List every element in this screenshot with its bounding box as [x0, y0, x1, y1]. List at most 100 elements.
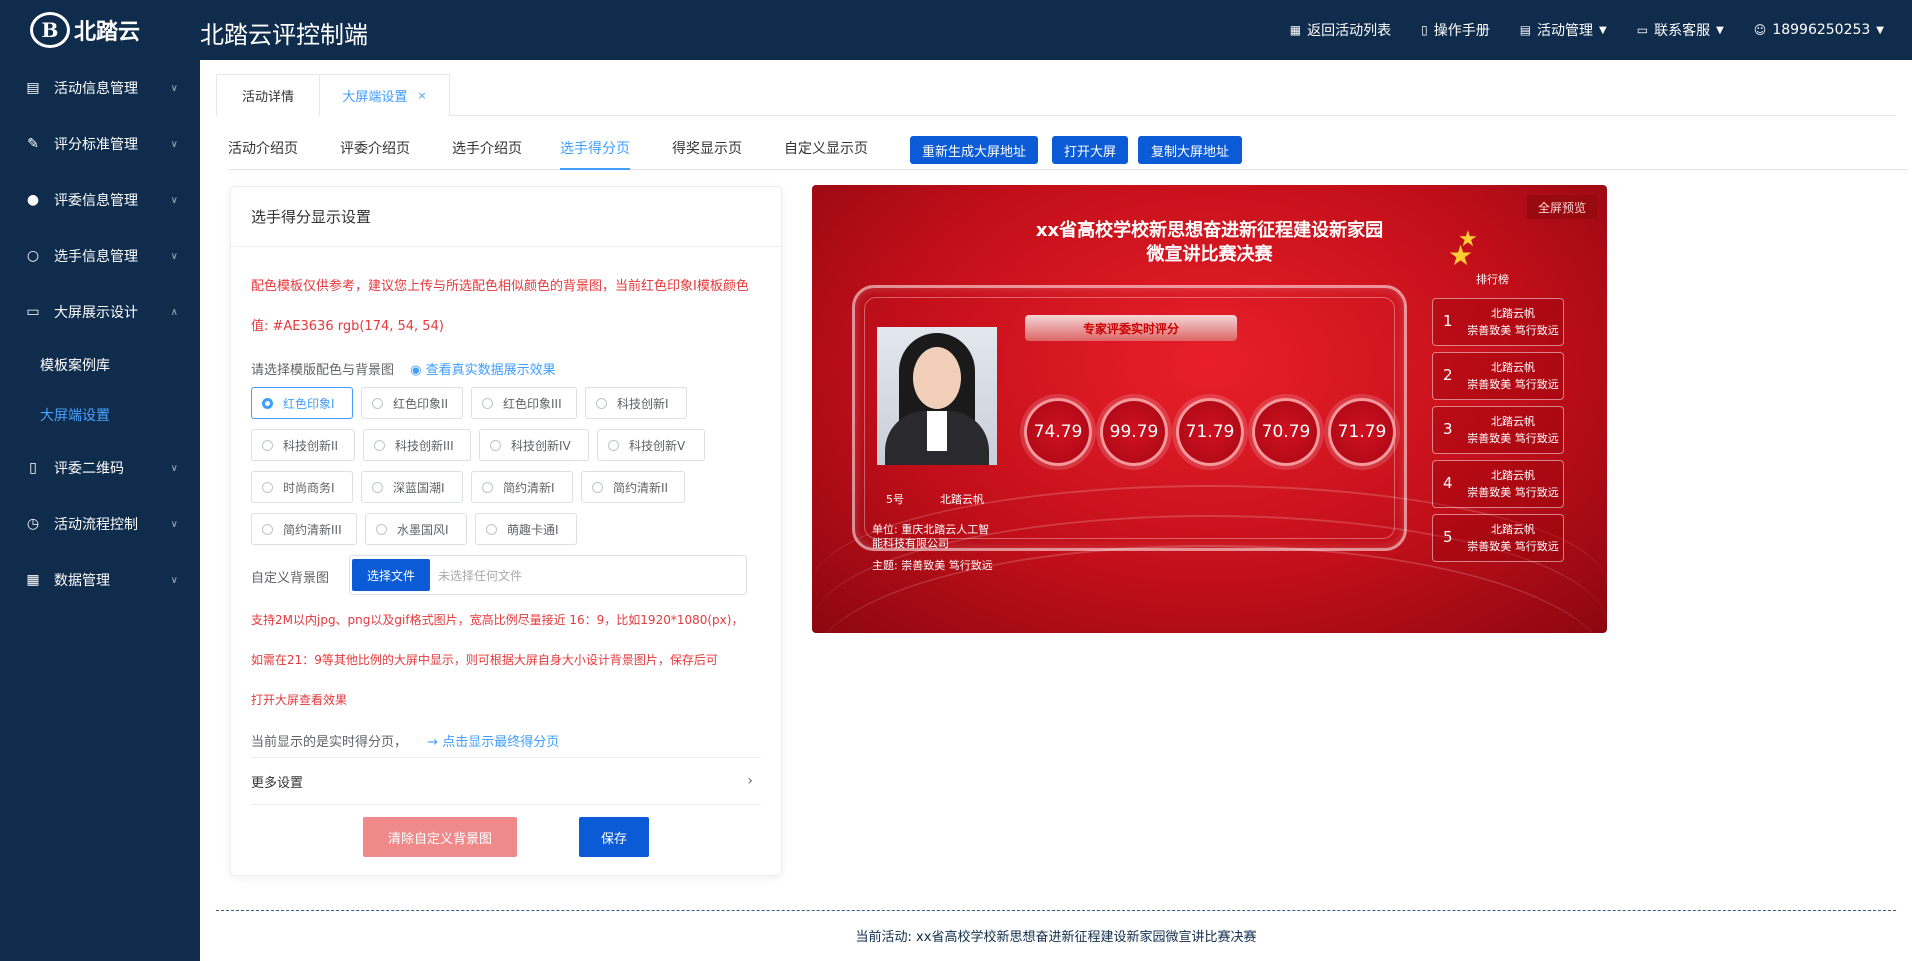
judge-score: 74.79	[1024, 398, 1092, 466]
tab-label: 活动详情	[241, 90, 294, 105]
support-note-1: 支持2M以内jpg、png以及gif格式图片，宽高比例尽量接近 16：9，比如1…	[251, 613, 744, 627]
template-ink-1[interactable]: 水墨国风I	[365, 513, 467, 545]
template-tech-4[interactable]: 科技创新IV	[479, 429, 589, 461]
sidebar-item-flow-control[interactable]: ◷ 活动流程控制 ∨	[0, 496, 200, 552]
file-placeholder: 未选择任何文件	[438, 569, 523, 583]
show-final-score-link[interactable]: → 点击显示最终得分页	[427, 735, 559, 750]
manual-label: 操作手册	[1433, 23, 1490, 39]
template-label: 科技创新V	[629, 438, 686, 453]
template-tech-2[interactable]: 科技创新II	[251, 429, 355, 461]
sidebar-item-qrcode[interactable]: ▯ 评委二维码 ∨	[0, 440, 200, 496]
chevron-down-icon: ∨	[170, 138, 178, 150]
activity-mgmt-label: 活动管理	[1537, 23, 1594, 39]
template-label: 简约清新II	[613, 480, 669, 495]
template-blue-1[interactable]: 深蓝国潮I	[361, 471, 463, 503]
view-real-data-label: 查看真实数据展示效果	[425, 363, 556, 378]
radio-icon	[372, 397, 383, 409]
rank-name: 北踏云帆	[1491, 415, 1535, 428]
logo-mark: B	[30, 12, 70, 48]
rank-number: 2	[1443, 366, 1453, 384]
choose-file-button[interactable]: 选择文件	[352, 559, 430, 591]
save-button[interactable]: 保存	[579, 817, 649, 857]
template-tech-1[interactable]: 科技创新I	[585, 387, 687, 419]
user-icon: ○	[26, 248, 40, 264]
template-business-1[interactable]: 时尚商务I	[251, 471, 353, 503]
ranking-item: 1 北踏云帆 崇善致美 笃行致远	[1432, 298, 1564, 346]
rank-slogan: 崇善致美 笃行致远	[1467, 540, 1559, 553]
template-tech-3[interactable]: 科技创新III	[363, 429, 471, 461]
custom-bg-file-input[interactable]: 选择文件 未选择任何文件	[349, 555, 747, 595]
document-icon: ▤	[26, 80, 40, 96]
sidebar-item-judges[interactable]: ● 评委信息管理 ∨	[0, 172, 200, 228]
sidebar-subitem-template-library[interactable]: 模板案例库	[0, 340, 200, 390]
subnav-award[interactable]: 得奖显示页	[672, 138, 742, 170]
radio-icon	[596, 397, 607, 409]
tab-label: 大屏端设置	[342, 90, 408, 105]
sidebar-subitem-screen-settings[interactable]: 大屏端设置	[0, 390, 200, 440]
color-note: 配色模板仅供参考，建议您上传与所选配色相似颜色的背景图，当前红色印象I模板颜色	[251, 279, 749, 294]
ranking-title: 排行榜	[1476, 273, 1509, 286]
template-label: 红色印象III	[503, 396, 562, 411]
open-screen-button[interactable]: 打开大屏	[1052, 136, 1128, 164]
template-simple-2[interactable]: 简约清新II	[581, 471, 685, 503]
current-display: 当前显示的是实时得分页， → 点击显示最终得分页	[251, 731, 559, 750]
tab-activity-detail[interactable]: 活动详情	[216, 74, 320, 116]
sidebar-item-label: 评委二维码	[54, 461, 124, 477]
chevron-down-icon: ∨	[170, 194, 178, 206]
clear-custom-bg-button[interactable]: 清除自定义背景图	[363, 817, 517, 857]
template-label: 科技创新III	[395, 438, 454, 453]
ranking-item: 3 北踏云帆 崇善致美 笃行致远	[1432, 406, 1564, 454]
template-red-1[interactable]: 红色印象I	[251, 387, 353, 419]
activity-mgmt-menu[interactable]: ▤ 活动管理 ▼	[1520, 20, 1607, 40]
subnav-activity-intro[interactable]: 活动介绍页	[228, 138, 298, 170]
template-red-3[interactable]: 红色印象III	[471, 387, 577, 419]
manual-link[interactable]: ▯ 操作手册	[1421, 20, 1490, 40]
subnav-custom[interactable]: 自定义显示页	[784, 138, 868, 170]
template-simple-3[interactable]: 简约清新III	[251, 513, 357, 545]
sidebar-item-data-mgmt[interactable]: ▦ 数据管理 ∨	[0, 552, 200, 608]
support-menu[interactable]: ▭ 联系客服 ▼	[1637, 20, 1724, 40]
subnav-judge-intro[interactable]: 评委介绍页	[340, 138, 410, 170]
caret-down-icon: ▼	[1599, 24, 1607, 36]
app-title: 北踏云评控制端	[200, 21, 368, 49]
sidebar-item-scoring[interactable]: ✎ 评分标准管理 ∨	[0, 116, 200, 172]
judge-score: 70.79	[1252, 398, 1320, 466]
contestant-name: 北踏云帆	[940, 493, 984, 506]
book-icon: ▯	[1421, 23, 1428, 37]
template-label: 红色印象I	[283, 396, 335, 411]
chevron-down-icon: ∨	[170, 462, 178, 474]
calendar-icon: ▦	[26, 572, 40, 588]
sidebar-item-contestants[interactable]: ○ 选手信息管理 ∨	[0, 228, 200, 284]
close-icon[interactable]: ×	[417, 89, 426, 102]
template-label: 时尚商务I	[283, 480, 335, 495]
regenerate-url-button[interactable]: 重新生成大屏地址	[910, 136, 1038, 164]
contestant-number: 5号	[886, 493, 904, 506]
template-simple-1[interactable]: 简约清新I	[471, 471, 573, 503]
subnav-contestant-intro[interactable]: 选手介绍页	[452, 138, 522, 170]
back-list-link[interactable]: ▦ 返回活动列表	[1290, 20, 1391, 40]
tab-screen-settings[interactable]: 大屏端设置 ×	[320, 74, 450, 116]
view-real-data-link[interactable]: ◉ 查看真实数据展示效果	[410, 363, 556, 378]
file-icon: ▤	[1519, 23, 1532, 37]
template-red-2[interactable]: 红色印象II	[361, 387, 463, 419]
rank-slogan: 崇善致美 笃行致远	[1467, 378, 1559, 391]
star-icon: ★	[1448, 239, 1474, 272]
fullscreen-preview-button[interactable]: 全屏预览	[1527, 195, 1597, 219]
sidebar-item-screen-design[interactable]: ▭ 大屏展示设计 ∧	[0, 284, 200, 340]
user-icon: ☺	[1753, 23, 1767, 37]
chevron-down-icon: ∨	[170, 518, 178, 530]
more-settings-row[interactable]: 更多设置 ›	[251, 757, 761, 805]
subnav-contestant-score[interactable]: 选手得分页	[560, 138, 630, 170]
sidebar-item-label: 活动信息管理	[54, 81, 138, 97]
sidebar-item-activity-info[interactable]: ▤ 活动信息管理 ∨	[0, 60, 200, 116]
rank-number: 5	[1443, 528, 1453, 546]
chat-icon: ▭	[1636, 23, 1649, 37]
template-label: 深蓝国潮I	[393, 480, 445, 495]
screen-preview: 全屏预览 xx省高校学校新思想奋进新征程建设新家园 微宣讲比赛决赛 专家评委实时…	[812, 185, 1607, 633]
template-tech-5[interactable]: 科技创新V	[597, 429, 705, 461]
template-label: 简约清新I	[503, 480, 555, 495]
template-cartoon-1[interactable]: 萌趣卡通I	[475, 513, 577, 545]
user-menu[interactable]: ☺ 18996250253 ▼	[1754, 20, 1884, 40]
copy-url-button[interactable]: 复制大屏地址	[1138, 136, 1242, 164]
rank-name: 北踏云帆	[1491, 469, 1535, 482]
